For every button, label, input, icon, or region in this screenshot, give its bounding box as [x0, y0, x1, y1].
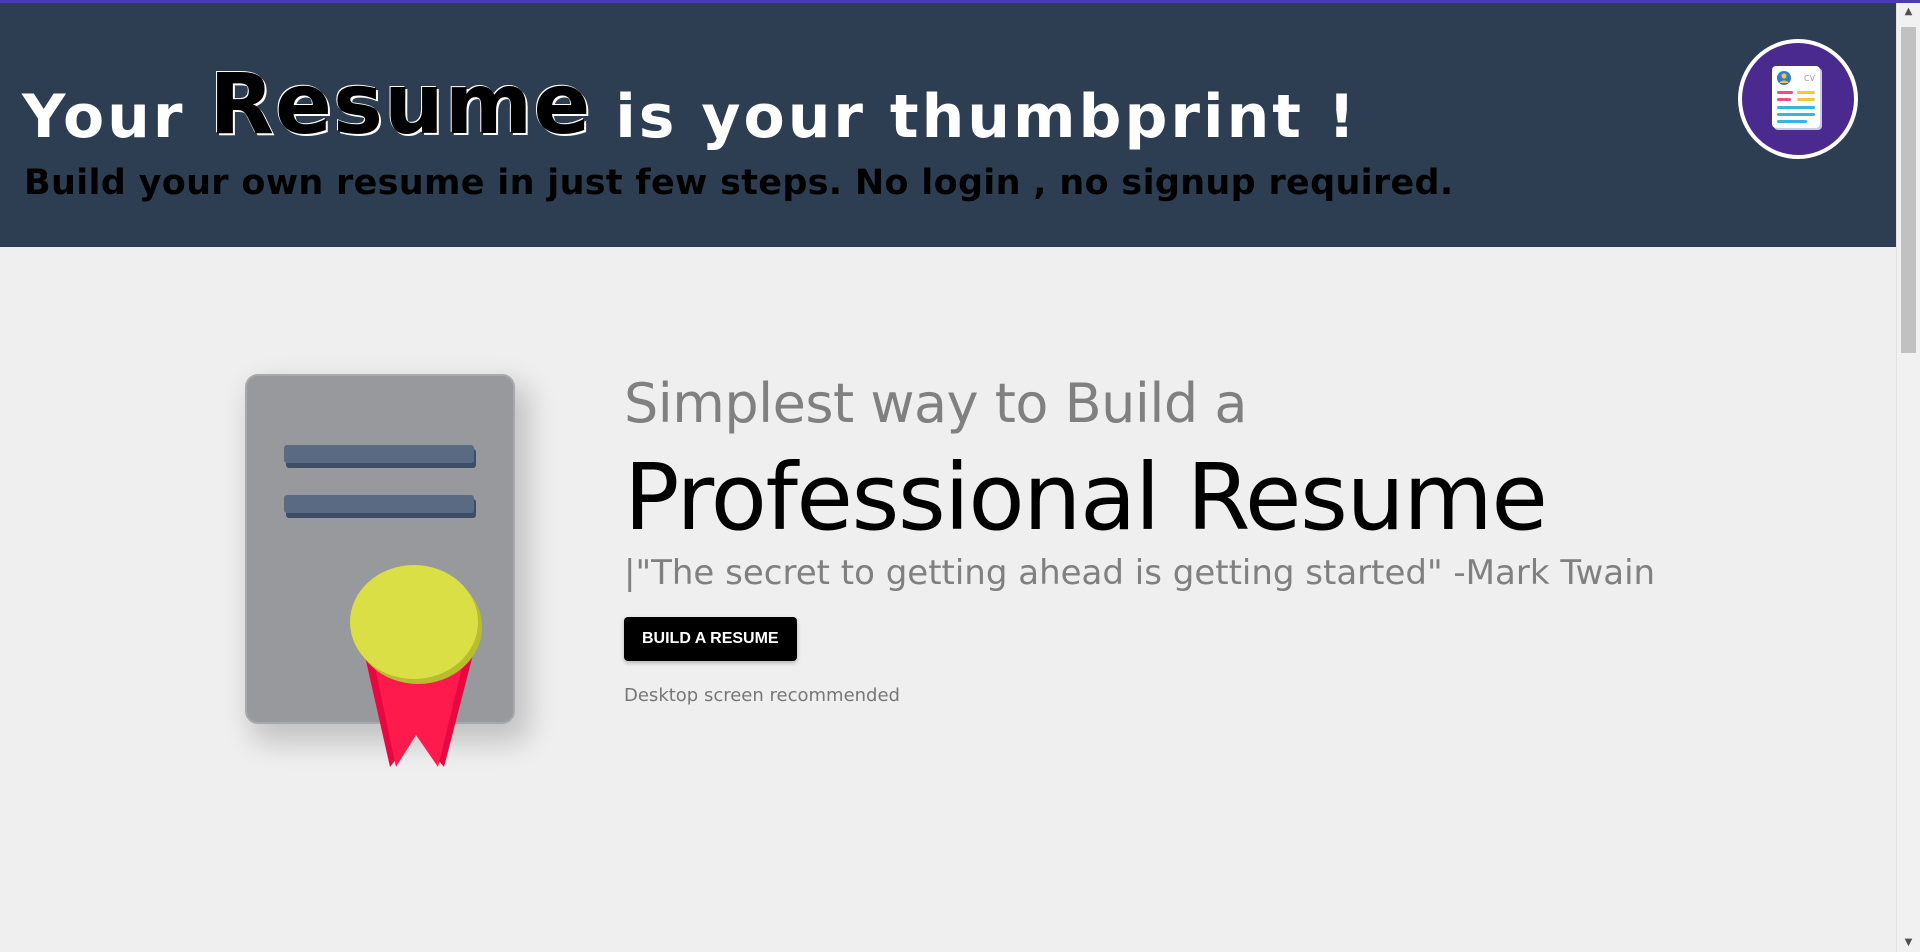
headline: Your Resume is your thumbprint ! — [22, 55, 1358, 153]
hero-tagline: Simplest way to Build a — [624, 372, 1247, 435]
hero-quote: |"The secret to getting ahead is getting… — [624, 553, 1656, 593]
svg-text:CV: CV — [1804, 74, 1816, 83]
headline-before: Your — [22, 82, 210, 152]
page: Your Resume is your thumbprint ! Build y… — [0, 3, 1896, 952]
hero-title: Professional Resume — [624, 444, 1548, 551]
cv-document-icon: CV — [1772, 66, 1822, 130]
vertical-scrollbar[interactable]: ▲ ▼ — [1896, 3, 1920, 952]
desktop-note: Desktop screen recommended — [624, 685, 900, 706]
header-banner: Your Resume is your thumbprint ! Build y… — [0, 3, 1896, 247]
scroll-up-arrow-icon[interactable]: ▲ — [1897, 3, 1920, 21]
headline-accent-word: Resume — [209, 55, 592, 153]
hero-illustration — [220, 343, 640, 863]
headline-after: is your thumbprint ! — [591, 82, 1359, 152]
logo-button[interactable]: CV — [1738, 39, 1858, 159]
subheadline: Build your own resume in just few steps.… — [24, 163, 1454, 203]
build-resume-button[interactable]: BUILD A RESUME — [624, 617, 797, 661]
certificate-ribbon-icon — [245, 374, 530, 767]
hero-content: Simplest way to Build a Professional Res… — [624, 371, 1824, 706]
scroll-down-arrow-icon[interactable]: ▼ — [1897, 934, 1920, 952]
scroll-thumb[interactable] — [1901, 27, 1916, 353]
